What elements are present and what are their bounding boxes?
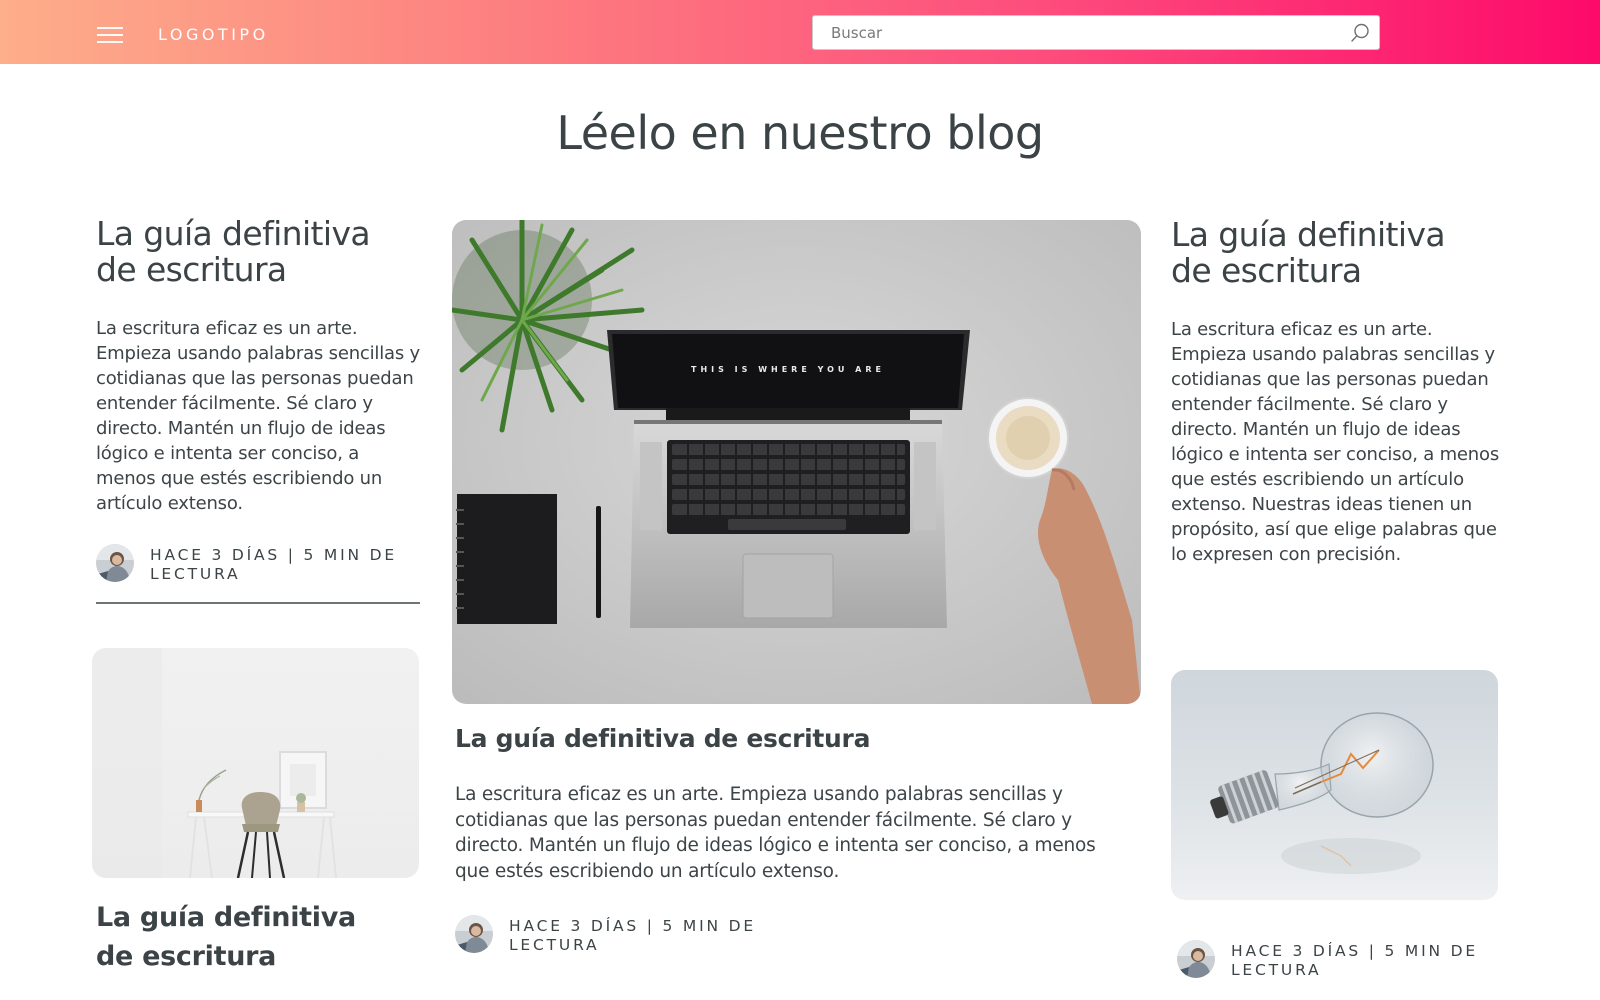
search-input[interactable]: [813, 16, 1343, 49]
search-icon[interactable]: [1349, 22, 1371, 44]
light-bulb-photo[interactable]: [1171, 670, 1498, 900]
post-meta-text: HACE 3 DÍAS | 5 MIN DE LECTURA: [150, 546, 397, 583]
laptop-screen-text: THIS IS WHERE YOU ARE: [691, 365, 885, 374]
post-excerpt: La escritura eficaz es un arte. Empieza …: [455, 784, 1096, 882]
post-meta: HACE 3 DÍAS | 5 MIN DE LECTURA: [1177, 940, 1491, 980]
author-avatar[interactable]: [96, 544, 134, 582]
logo[interactable]: LOGOTIPO: [158, 25, 269, 44]
post-title-line: de escritura: [96, 250, 287, 289]
author-avatar[interactable]: [455, 915, 493, 953]
author-avatar[interactable]: [1177, 940, 1215, 978]
post-title[interactable]: La guía definitiva de escritura: [96, 216, 422, 288]
desk-chair-photo[interactable]: [92, 648, 419, 878]
left-column: La guía definitiva de escritura La escri…: [96, 216, 422, 604]
post-meta: HACE 3 DÍAS | 5 MIN DE LECTURA: [96, 544, 422, 584]
top-header: LOGOTIPO: [0, 0, 1600, 64]
divider: [96, 602, 420, 604]
hamburger-menu-icon[interactable]: [97, 27, 123, 43]
post-title-line: La guía definitiva: [96, 214, 371, 253]
post-excerpt: La escritura eficaz es un arte. Empieza …: [1171, 319, 1500, 565]
post-title[interactable]: La guía definitiva de escritura: [455, 724, 870, 754]
post-title-line: La guía definitiva: [1171, 215, 1446, 254]
post-title[interactable]: La guía definitiva de escritura: [96, 898, 396, 976]
search-box: [812, 15, 1380, 50]
post-meta-text: HACE 3 DÍAS | 5 MIN DE LECTURA: [1231, 942, 1478, 979]
post-title-line: de escritura: [1171, 251, 1362, 290]
post-meta: HACE 3 DÍAS | 5 MIN DE LECTURA: [455, 915, 769, 955]
post-title[interactable]: La guía definitiva de escritura: [1171, 217, 1499, 289]
laptop-desk-photo[interactable]: THIS IS WHERE YOU ARE: [452, 220, 1141, 704]
post-meta-text: HACE 3 DÍAS | 5 MIN DE LECTURA: [509, 917, 756, 954]
page-title: Léelo en nuestro blog: [556, 106, 1044, 160]
post-excerpt: La escritura eficaz es un arte. Empieza …: [96, 318, 420, 514]
right-column: La guía definitiva de escritura La escri…: [1171, 217, 1499, 567]
